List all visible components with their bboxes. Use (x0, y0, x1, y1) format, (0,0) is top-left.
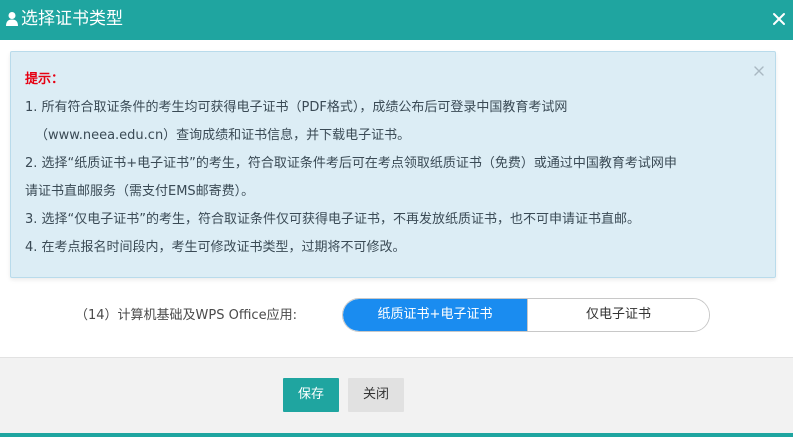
alert-title: 提示： (25, 72, 65, 87)
alert-line: 请证书直邮服务（需支付EMS邮寄费）。 (25, 184, 255, 199)
subject-label: （14）计算机基础及WPS Office应用: (75, 308, 297, 323)
close-icon[interactable] (753, 62, 765, 76)
dialog-footer: 保存 关闭 (0, 357, 793, 433)
alert-line: 2. 选择“纸质证书+电子证书”的考生，符合取证条件考后可在考点领取纸质证书（免… (25, 156, 677, 171)
alert-line: 3. 选择“仅电子证书”的考生，符合取证条件仅可获得电子证书，不再发放纸质证书，… (25, 212, 641, 227)
certificate-type-toggle: 纸质证书+电子证书 仅电子证书 (342, 298, 710, 332)
info-alert: 提示： 1. 所有符合取证条件的考生均可获得电子证书（PDF格式），成绩公布后可… (10, 51, 776, 278)
alert-line: 4. 在考点报名时间段内，考生可修改证书类型，过期将不可修改。 (25, 240, 406, 255)
close-icon[interactable] (770, 10, 788, 28)
alert-line: （www.neea.edu.cn）查询成绩和证书信息，并下载电子证书。 (35, 128, 411, 143)
user-icon (6, 11, 18, 27)
option-paper-and-electronic[interactable]: 纸质证书+电子证书 (343, 299, 527, 331)
save-button[interactable]: 保存 (283, 378, 339, 412)
certificate-type-dialog: 选择证书类型 提示： 1. 所有符合取证条件的考生均可获得电子证书（PDF格式）… (0, 0, 793, 437)
option-electronic-only[interactable]: 仅电子证书 (527, 299, 709, 331)
dialog-body: 提示： 1. 所有符合取证条件的考生均可获得电子证书（PDF格式），成绩公布后可… (0, 40, 793, 357)
footer-divider (0, 433, 793, 437)
close-button[interactable]: 关闭 (348, 378, 404, 412)
alert-line: 1. 所有符合取证条件的考生均可获得电子证书（PDF格式），成绩公布后可登录中国… (25, 100, 568, 115)
dialog-title: 选择证书类型 (21, 9, 123, 29)
dialog-header: 选择证书类型 (0, 0, 793, 40)
